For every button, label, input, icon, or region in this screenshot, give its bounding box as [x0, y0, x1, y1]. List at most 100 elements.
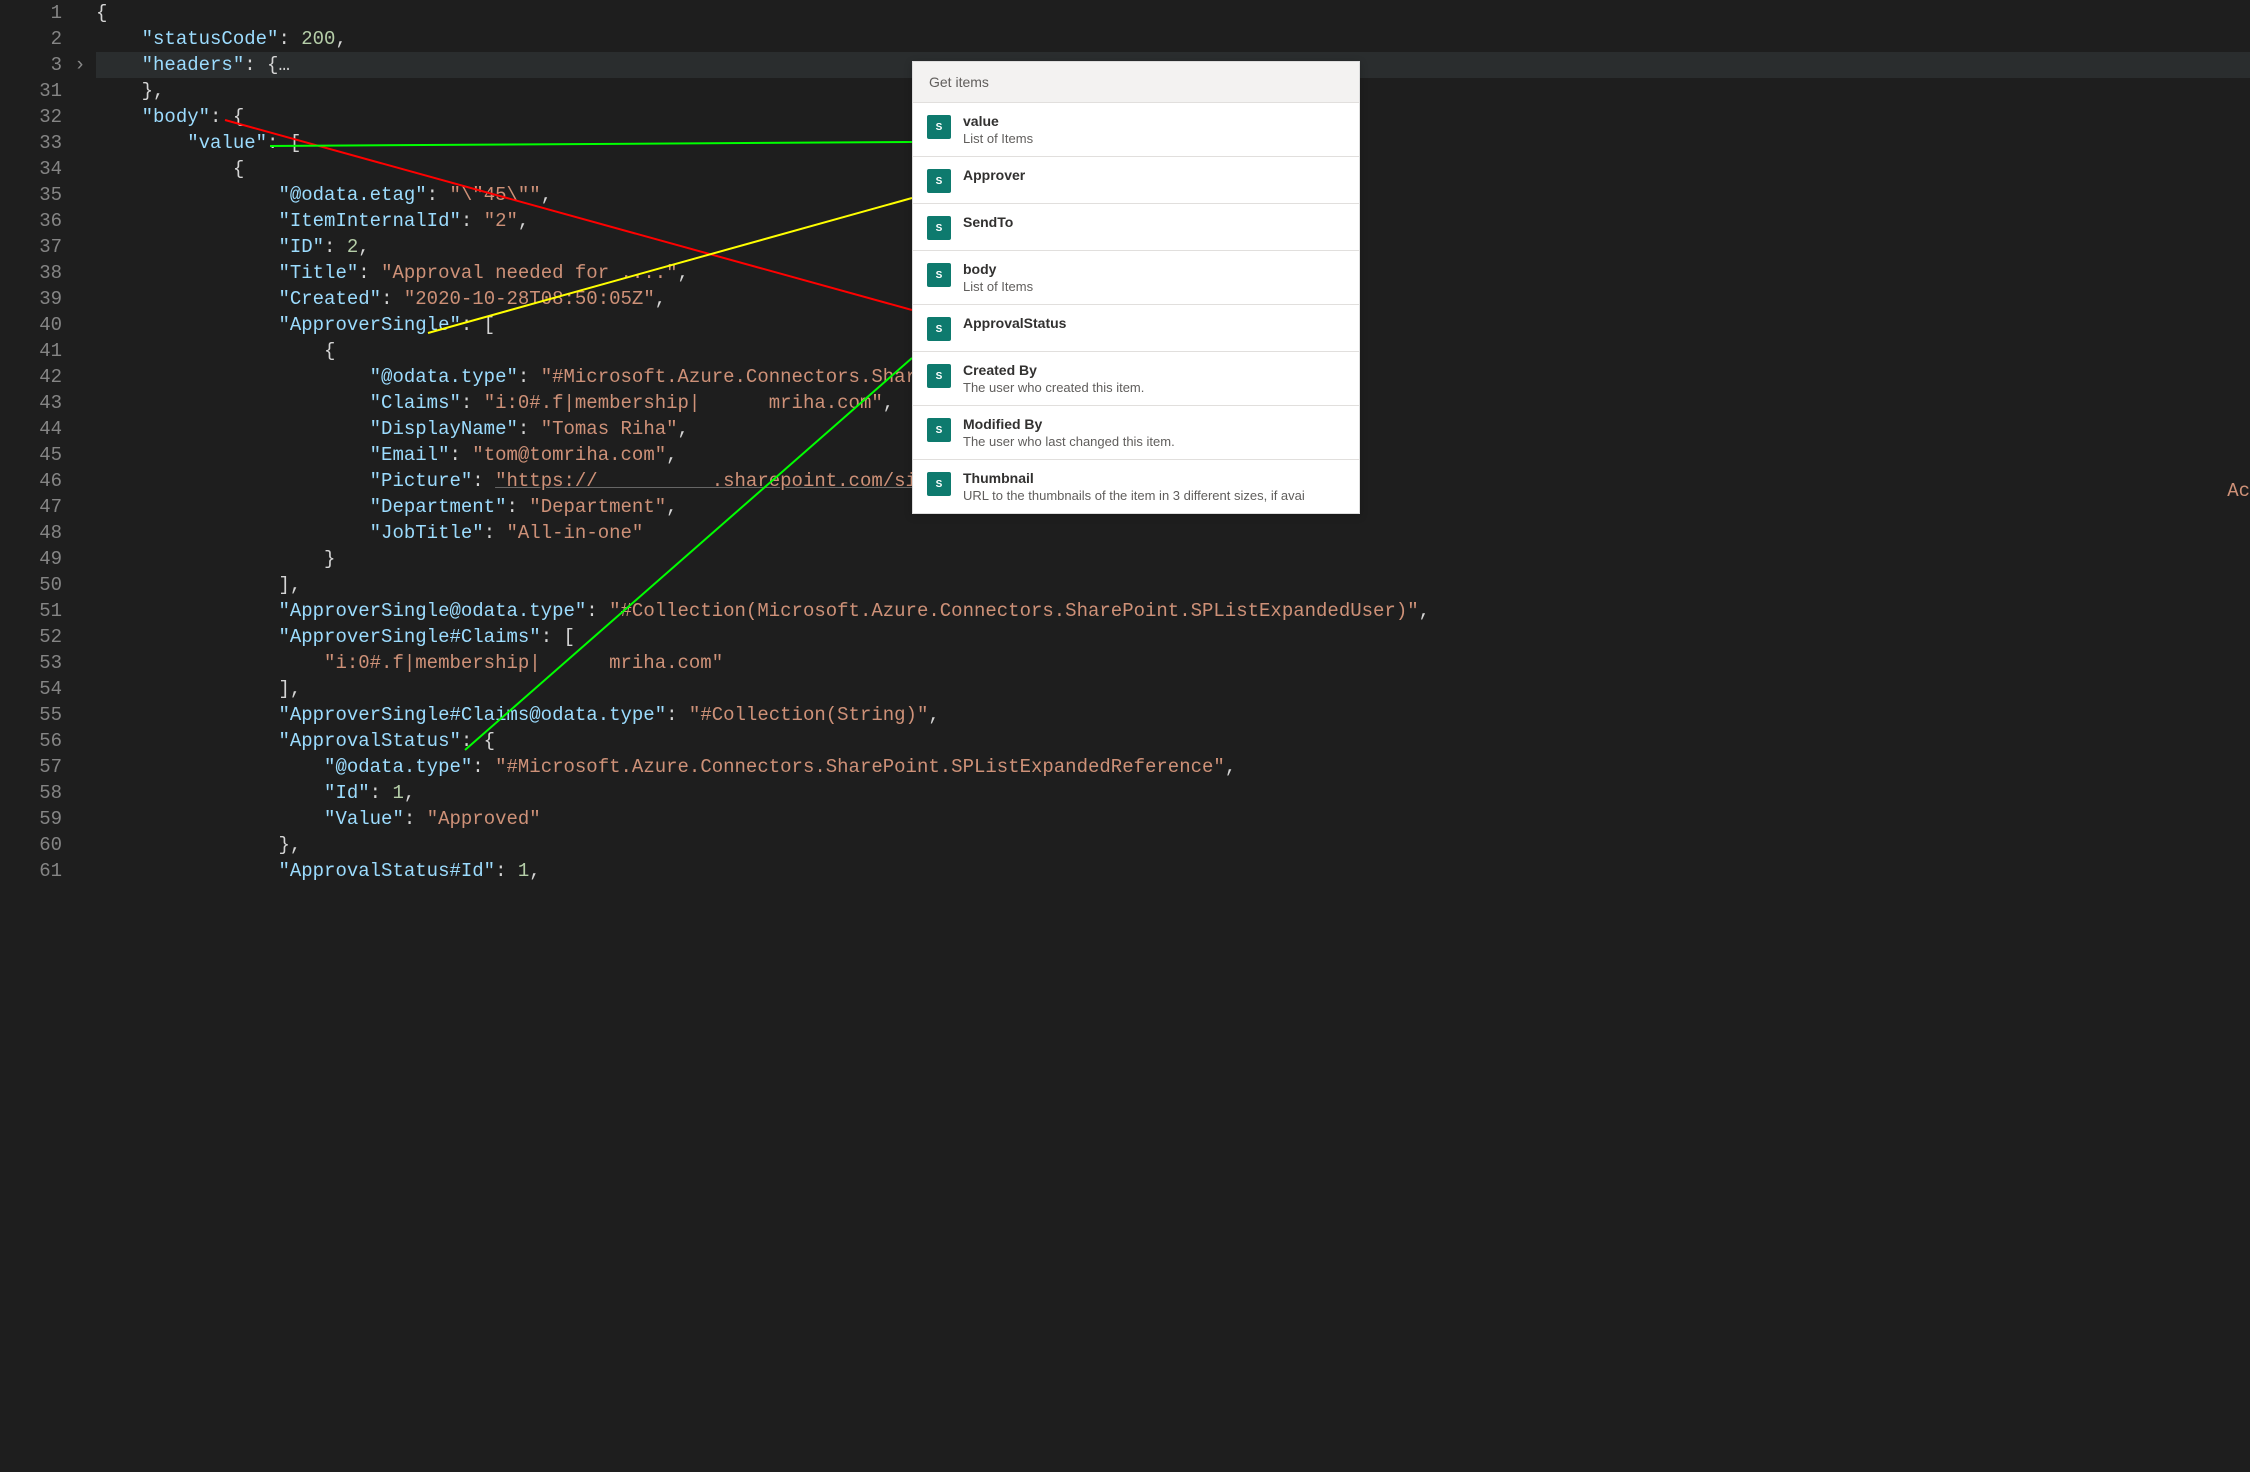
fold-marker[interactable] [70, 780, 90, 806]
line-number: 32 [0, 104, 62, 130]
line-number: 38 [0, 260, 62, 286]
line-number: 60 [0, 832, 62, 858]
fold-marker[interactable] [70, 806, 90, 832]
panel-item[interactable]: SSendTo [913, 204, 1359, 251]
code-line[interactable]: { [96, 0, 2250, 26]
fold-marker[interactable] [70, 364, 90, 390]
panel-item[interactable]: S ThumbnailURL to the thumbnails of the i… [913, 460, 1359, 513]
panel-item[interactable]: SbodyList of Items [913, 251, 1359, 305]
panel-item-text: bodyList of Items [963, 261, 1345, 294]
fold-gutter[interactable]: › [70, 0, 90, 1472]
code-line[interactable]: "ApproverSingle@odata.type": "#Collectio… [96, 598, 2250, 624]
panel-item[interactable]: S ApprovalStatus [913, 305, 1359, 352]
fold-marker[interactable] [70, 78, 90, 104]
code-line[interactable]: "ApproverSingle#Claims@odata.type": "#Co… [96, 702, 2250, 728]
code-line[interactable]: "ApprovalStatus#Id": 1, [96, 858, 2250, 884]
line-number: 45 [0, 442, 62, 468]
fold-marker[interactable]: › [70, 52, 90, 78]
line-number: 61 [0, 858, 62, 884]
fold-marker[interactable] [70, 234, 90, 260]
fold-marker[interactable] [70, 858, 90, 884]
fold-marker[interactable] [70, 702, 90, 728]
code-line[interactable]: "JobTitle": "All-in-one" [96, 520, 2250, 546]
panel-header: Get items [913, 62, 1359, 103]
panel-item-title: ApprovalStatus [963, 315, 1345, 331]
code-line[interactable]: } [96, 546, 2250, 572]
line-number: 46 [0, 468, 62, 494]
code-line[interactable]: }, [96, 832, 2250, 858]
fold-marker[interactable] [70, 494, 90, 520]
panel-item-text: Created ByThe user who created this item… [963, 362, 1345, 395]
fold-marker[interactable] [70, 442, 90, 468]
code-line[interactable]: "ApproverSingle#Claims": [ [96, 624, 2250, 650]
code-line[interactable]: "Value": "Approved" [96, 806, 2250, 832]
code-line[interactable]: "i:0#.f|membership| mriha.com" [96, 650, 2250, 676]
sharepoint-icon: S [927, 418, 951, 442]
code-line[interactable]: "@odata.type": "#Microsoft.Azure.Connect… [96, 754, 2250, 780]
panel-item-text: ApprovalStatus [963, 315, 1345, 331]
fold-marker[interactable] [70, 416, 90, 442]
fold-marker[interactable] [70, 338, 90, 364]
fold-marker[interactable] [70, 286, 90, 312]
fold-marker[interactable] [70, 754, 90, 780]
code-line[interactable]: ], [96, 676, 2250, 702]
code-line[interactable]: ], [96, 572, 2250, 598]
sharepoint-icon: S [927, 364, 951, 388]
code-line[interactable]: "ApprovalStatus": { [96, 728, 2250, 754]
panel-item-text: ThumbnailURL to the thumbnails of the it… [963, 470, 1345, 503]
fold-marker[interactable] [70, 676, 90, 702]
line-number: 36 [0, 208, 62, 234]
sharepoint-icon: S [927, 472, 951, 496]
line-number: 41 [0, 338, 62, 364]
line-number: 59 [0, 806, 62, 832]
line-number: 49 [0, 546, 62, 572]
fold-marker[interactable] [70, 598, 90, 624]
fold-marker[interactable] [70, 26, 90, 52]
fold-marker[interactable] [70, 520, 90, 546]
fold-marker[interactable] [70, 650, 90, 676]
panel-item-title: body [963, 261, 1345, 277]
line-number: 40 [0, 312, 62, 338]
line-number: 57 [0, 754, 62, 780]
panel-item-title: value [963, 113, 1345, 129]
panel-item-text: Approver [963, 167, 1345, 183]
fold-marker[interactable] [70, 156, 90, 182]
fold-marker[interactable] [70, 624, 90, 650]
fold-marker[interactable] [70, 260, 90, 286]
panel-item-title: Modified By [963, 416, 1345, 432]
overflow-text: Ac [2227, 480, 2250, 502]
fold-marker[interactable] [70, 312, 90, 338]
fold-marker[interactable] [70, 0, 90, 26]
line-number: 39 [0, 286, 62, 312]
fold-marker[interactable] [70, 130, 90, 156]
sharepoint-icon: S [927, 115, 951, 139]
panel-item-title: Approver [963, 167, 1345, 183]
line-number: 34 [0, 156, 62, 182]
line-number: 33 [0, 130, 62, 156]
fold-marker[interactable] [70, 104, 90, 130]
line-number: 53 [0, 650, 62, 676]
panel-item[interactable]: SModified ByThe user who last changed th… [913, 406, 1359, 460]
sharepoint-icon: S [927, 317, 951, 341]
panel-item[interactable]: SvalueList of Items [913, 103, 1359, 157]
fold-marker[interactable] [70, 208, 90, 234]
line-number: 31 [0, 78, 62, 104]
dynamic-content-panel[interactable]: Get items SvalueList of ItemsSApproverSS… [912, 61, 1360, 514]
line-number: 1 [0, 0, 62, 26]
panel-item[interactable]: SApprover [913, 157, 1359, 204]
fold-marker[interactable] [70, 728, 90, 754]
panel-item[interactable]: S Created ByThe user who created this ite… [913, 352, 1359, 406]
code-line[interactable]: "Id": 1, [96, 780, 2250, 806]
code-line[interactable]: "statusCode": 200, [96, 26, 2250, 52]
panel-item-subtitle: URL to the thumbnails of the item in 3 d… [963, 488, 1345, 503]
panel-item-title: Created By [963, 362, 1345, 378]
fold-marker[interactable] [70, 182, 90, 208]
line-number: 43 [0, 390, 62, 416]
fold-marker[interactable] [70, 546, 90, 572]
fold-marker[interactable] [70, 832, 90, 858]
line-number: 50 [0, 572, 62, 598]
line-number: 51 [0, 598, 62, 624]
fold-marker[interactable] [70, 572, 90, 598]
fold-marker[interactable] [70, 390, 90, 416]
fold-marker[interactable] [70, 468, 90, 494]
